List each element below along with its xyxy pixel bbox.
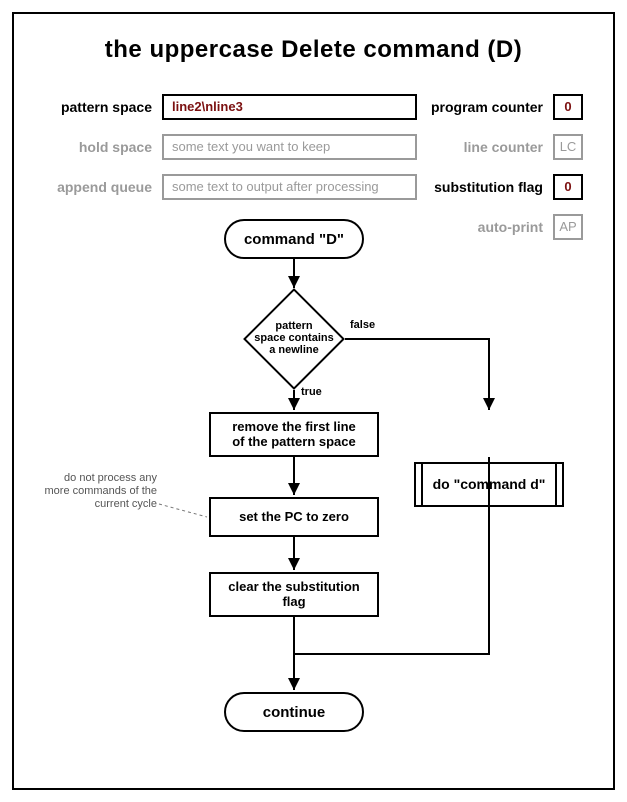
proc-set-pc: set the PC to zero: [209, 497, 379, 537]
line-counter-label: line counter: [417, 139, 553, 155]
terminal-continue: continue: [224, 692, 364, 732]
append-queue-value: some text to output after processing: [162, 174, 417, 200]
sub-flag-label: substitution flag: [417, 179, 553, 195]
subroutine-do-d: do "command d": [414, 462, 564, 507]
annotation-note: do not process anymore commands of thecu…: [32, 472, 157, 512]
page-title: the uppercase Delete command (D): [14, 36, 613, 64]
hold-space-value: some text you want to keep: [162, 134, 417, 160]
line-counter-value: LC: [553, 134, 583, 160]
terminal-start: command "D": [224, 219, 364, 259]
auto-print-label: auto-print: [417, 219, 553, 235]
pattern-space-value: line2\nline3: [162, 94, 417, 120]
edge-true-label: true: [301, 386, 322, 398]
hold-space-label: hold space: [44, 139, 162, 155]
proc-remove: remove the first lineof the pattern spac…: [209, 412, 379, 457]
flow-arrows: [14, 14, 617, 792]
program-counter-label: program counter: [417, 99, 553, 115]
append-queue-label: append queue: [44, 179, 162, 195]
program-counter-value: 0: [553, 94, 583, 120]
pattern-space-label: pattern space: [44, 99, 162, 115]
edge-false-label: false: [350, 319, 375, 331]
decision-text: patternspace containsa newline: [244, 320, 344, 356]
proc-clear: clear the substitutionflag: [209, 572, 379, 617]
auto-print-value: AP: [553, 214, 583, 240]
sub-flag-value: 0: [553, 174, 583, 200]
